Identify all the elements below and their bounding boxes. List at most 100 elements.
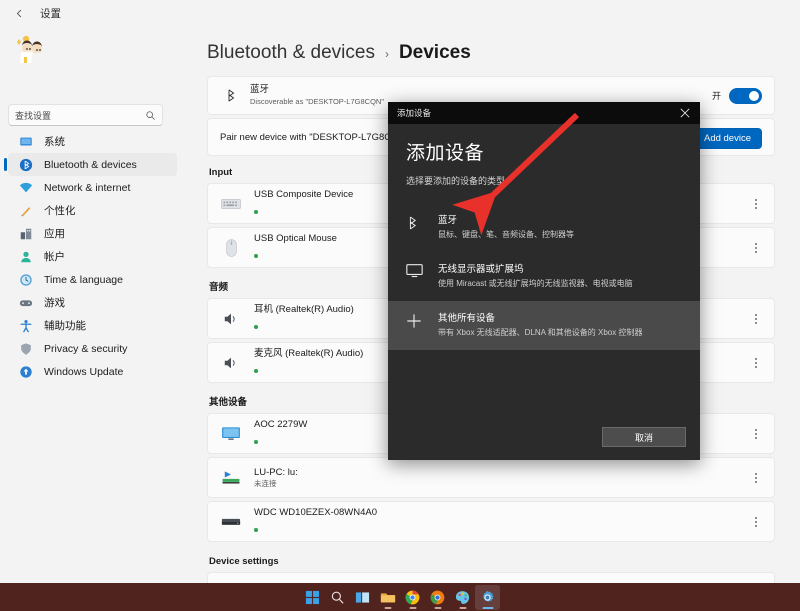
device-more-options-button[interactable] [750,356,762,370]
dialog-subheading: 选择要添加的设备的类型。 [406,174,682,187]
system-icon [18,134,34,150]
device-more-options-button[interactable] [750,197,762,211]
personalization-icon [18,203,34,219]
chrome-beta-icon[interactable] [425,585,450,610]
status-indicator-connected [254,528,258,532]
sidebar-item-bluetooth-devices[interactable]: Bluetooth & devices [8,153,177,176]
plus-icon [406,312,428,329]
status-indicator-connected [254,440,258,444]
dialog-option-everything-else[interactable]: 其他所有设备 带有 Xbox 无线适配器、DLNA 和其他设备的 Xbox 控制… [388,301,700,350]
device-name: LU-PC: lu: [254,466,762,479]
add-device-button[interactable]: Add device [693,128,762,149]
cancel-button[interactable]: 取消 [602,427,686,447]
sidebar-item-privacy-security[interactable]: Privacy & security [8,337,177,360]
chrome-icon[interactable] [400,585,425,610]
task-view-icon[interactable] [350,585,375,610]
dialog-option-subtitle: 带有 Xbox 无线适配器、DLNA 和其他设备的 Xbox 控制器 [438,326,642,339]
bluetooth-card-title: 蓝牙 [250,84,712,96]
bluetooth-icon [220,88,240,103]
dialog-footer: 取消 [388,414,700,460]
sidebar-item-network-internet[interactable]: Network & internet [8,176,177,199]
device-more-options-button[interactable] [750,515,762,529]
sidebar-item-label: 帐户 [44,249,65,264]
settings-gear-icon[interactable] [475,585,500,610]
dialog-option-title: 蓝牙 [438,214,574,228]
device-row-wdc-disk[interactable]: WDC WD10EZEX-08WN4A0 [207,501,775,542]
back-button[interactable] [6,3,32,23]
sidebar-item-system[interactable]: 系统 [8,130,177,153]
gaming-icon [18,295,34,311]
dialog-option-subtitle: 使用 Miracast 或无线扩展坞的无线监视器、电视或电脑 [438,277,633,290]
sidebar-item-accessibility[interactable]: 辅助功能 [8,314,177,337]
sidebar-item-apps[interactable]: 应用 [8,222,177,245]
search-placeholder: 查找设置 [15,109,145,122]
device-status: 未连接 [254,479,762,489]
section-heading-device-settings: Device settings [209,556,775,567]
toggle-switch[interactable] [729,88,762,104]
sidebar-item-gaming[interactable]: 游戏 [8,291,177,314]
apps-icon [18,226,34,242]
file-explorer-icon[interactable] [375,585,400,610]
bluetooth-icon [406,214,428,231]
device-more-options-button[interactable] [750,241,762,255]
search-icon [145,110,156,121]
windows-start-icon[interactable] [300,585,325,610]
sidebar-item-personalization[interactable]: 个性化 [8,199,177,222]
dialog-option-title: 其他所有设备 [438,312,642,326]
shield-icon [18,341,34,357]
device-settings-card[interactable] [207,572,775,583]
bluetooth-icon [18,157,34,173]
status-indicator-connected [254,369,258,373]
device-more-options-button[interactable] [750,312,762,326]
dialog-option-bluetooth[interactable]: 蓝牙 鼠标、键盘、笔、音频设备、控制器等 [388,203,700,252]
paint-icon[interactable] [450,585,475,610]
back-arrow-icon [14,8,25,19]
cast-icon [220,467,242,489]
dialog-option-wireless-display[interactable]: 无线显示器或扩展坞 使用 Miracast 或无线扩展坞的无线监视器、电视或电脑 [388,252,700,301]
sidebar-item-label: 应用 [44,226,65,241]
chevron-right-icon: › [385,47,389,61]
device-row-lu-pc[interactable]: LU-PC: lu: 未连接 [207,457,775,498]
monitor-icon [406,263,428,278]
search-icon[interactable] [325,585,350,610]
mouse-icon [220,237,242,259]
running-indicator [409,607,416,609]
speaker-icon [220,352,242,374]
taskbar [0,583,800,611]
sidebar-item-label: Windows Update [44,366,123,378]
sidebar-item-label: 游戏 [44,295,65,310]
sidebar-item-time-language[interactable]: Time & language [8,268,177,291]
sidebar-item-label: Network & internet [44,182,130,194]
bluetooth-toggle-label: 开 [712,89,721,102]
keyboard-icon [220,193,242,215]
sidebar-item-label: 系统 [44,134,65,149]
monitor-icon [220,423,242,445]
status-indicator-connected [254,254,258,258]
search-input[interactable]: 查找设置 [8,104,163,126]
sidebar-item-label: Time & language [44,274,123,286]
sidebar-item-windows-update[interactable]: Windows Update [8,360,177,383]
bluetooth-toggle[interactable]: 开 [712,88,762,104]
running-indicator [384,607,391,609]
breadcrumb-parent[interactable]: Bluetooth & devices [207,42,375,64]
accessibility-icon [18,318,34,334]
status-indicator-connected [254,325,258,329]
network-icon [18,180,34,196]
close-icon[interactable] [670,102,700,124]
sidebar-item-label: Bluetooth & devices [44,159,137,171]
sidebar-item-accounts[interactable]: 帐户 [8,245,177,268]
breadcrumb: Bluetooth & devices › Devices [207,42,471,64]
running-indicator [434,607,441,609]
avatar-image [10,30,54,70]
pair-device-text: Pair new device with "DESKTOP-L7G8CQN" [220,132,409,143]
window-title: 设置 [40,6,61,21]
device-more-options-button[interactable] [750,471,762,485]
accounts-icon [18,249,34,265]
sidebar: 查找设置 系统 Bluetooth & devices [0,26,185,583]
speaker-icon [220,308,242,330]
user-avatar[interactable] [10,30,54,70]
device-more-options-button[interactable] [750,427,762,441]
dialog-body: 添加设备 选择要添加的设备的类型。 蓝牙 鼠标、键盘、笔、音频设备、控制器等 [388,124,700,350]
dialog-option-list: 蓝牙 鼠标、键盘、笔、音频设备、控制器等 无线显示器或扩展坞 使用 Miraca… [406,203,682,350]
update-icon [18,364,34,380]
